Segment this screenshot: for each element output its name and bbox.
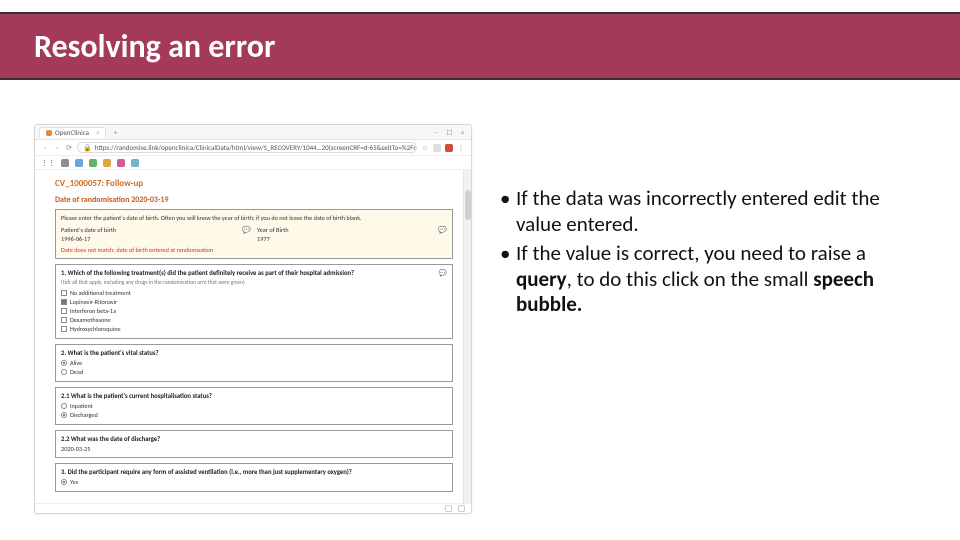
apps-icon[interactable]: ⋮⋮ <box>41 158 55 167</box>
q1-subtext: (tick all that apply, including any drug… <box>61 279 447 286</box>
q22-block: 2.2 What was the date of discharge? 2020… <box>55 430 453 458</box>
title-bar: Resolving an error <box>0 12 960 80</box>
q3-block: 3. Did the participant require any form … <box>55 463 453 492</box>
new-tab-button[interactable]: + <box>110 127 120 137</box>
lock-icon: 🔒 <box>83 143 92 152</box>
q3-text: 3. Did the participant require any form … <box>61 468 352 476</box>
tab-label: OpenClinica <box>55 128 89 137</box>
browser-window: OpenClinica × + – ☐ × ‹ › ⟳ 🔒 <box>34 124 472 514</box>
bookmark-icon[interactable] <box>89 159 97 167</box>
radio-option[interactable]: Alive <box>61 359 447 367</box>
q2-text: 2. What is the patient's vital status? <box>61 349 159 357</box>
tab-close-icon[interactable]: × <box>96 128 100 137</box>
tab-favicon <box>46 130 52 136</box>
speech-bubble-icon[interactable]: 💬 <box>438 225 447 234</box>
yob-value[interactable]: 1977 <box>257 235 447 243</box>
form-document: CV_1000057: Follow-up Date of randomisat… <box>35 170 463 503</box>
url-row: ‹ › ⟳ 🔒 https://randomise.link/openclini… <box>35 140 471 156</box>
browser-footer <box>35 503 471 513</box>
content-area: OpenClinica × + – ☐ × ‹ › ⟳ 🔒 <box>0 106 960 526</box>
slide-title: Resolving an error <box>34 27 275 66</box>
extension-icon[interactable] <box>445 144 453 152</box>
checkbox-option[interactable]: Interferon beta-1a <box>61 307 447 315</box>
radio-option[interactable]: Yes <box>61 478 447 486</box>
q22-value[interactable]: 2020-03-25 <box>61 445 447 453</box>
footer-icon[interactable] <box>445 505 452 512</box>
dob-label: Patient's date of birth <box>61 226 116 234</box>
speech-bubble-icon[interactable]: 💬 <box>439 269 447 277</box>
bookmark-icon[interactable] <box>61 159 69 167</box>
checkbox-option[interactable]: Hydroxychloroquine <box>61 325 447 333</box>
bookmarks-bar: ⋮⋮ <box>35 156 471 170</box>
bullet-item: If the data was incorrectly entered edit… <box>500 186 920 237</box>
nav-back-icon[interactable]: ‹ <box>41 143 49 152</box>
window-minimize-icon[interactable]: – <box>432 128 441 137</box>
dob-block: Please enter the patient's date of birth… <box>55 209 453 259</box>
url-text: https://randomise.link/openclinica/Clini… <box>95 143 417 152</box>
browser-tabstrip: OpenClinica × + – ☐ × <box>35 125 471 140</box>
footer-icon[interactable] <box>458 505 465 512</box>
radio-option[interactable]: Dead <box>61 368 447 376</box>
scrollbar-thumb[interactable] <box>465 190 471 220</box>
bookmark-icon[interactable] <box>117 159 125 167</box>
nav-reload-icon[interactable]: ⟳ <box>65 143 73 152</box>
window-controls: – ☐ × <box>432 128 467 137</box>
bookmark-icon[interactable] <box>131 159 139 167</box>
screenshot-column: OpenClinica × + – ☐ × ‹ › ⟳ 🔒 <box>0 106 480 526</box>
yob-label: Year of Birth <box>257 226 289 234</box>
scrollbar[interactable] <box>463 170 471 503</box>
q21-text: 2.1 What is the patient's current hospit… <box>61 392 212 400</box>
bullet-list: If the data was incorrectly entered edit… <box>500 186 920 318</box>
checkbox-option[interactable]: No additional treatment <box>61 289 447 297</box>
bookmark-icon[interactable] <box>103 159 111 167</box>
window-maximize-icon[interactable]: ☐ <box>445 128 454 137</box>
form-heading: CV_1000057: Follow-up <box>55 178 453 189</box>
q21-block: 2.1 What is the patient's current hospit… <box>55 387 453 425</box>
q1-block: 1. Which of the following treatment(s) d… <box>55 264 453 339</box>
star-icon[interactable]: ☆ <box>421 143 429 152</box>
q22-text: 2.2 What was the date of discharge? <box>61 435 160 443</box>
bullet-item: If the value is correct, you need to rai… <box>500 241 920 318</box>
window-close-icon[interactable]: × <box>458 128 467 137</box>
extension-icon[interactable] <box>433 144 441 152</box>
form-section-heading: Date of randomisation 2020-03-19 <box>55 195 453 205</box>
validation-error: Date does not match; date of birth enter… <box>61 246 447 254</box>
nav-forward-icon[interactable]: › <box>53 143 61 152</box>
dob-instruction: Please enter the patient's date of birth… <box>61 214 447 222</box>
radio-option[interactable]: Inpatient <box>61 402 447 410</box>
speech-bubble-icon[interactable]: 💬 <box>242 225 251 234</box>
url-bar[interactable]: 🔒 https://randomise.link/openclinica/Cli… <box>77 142 417 153</box>
browser-tab[interactable]: OpenClinica × <box>39 127 106 138</box>
bookmark-icon[interactable] <box>75 159 83 167</box>
q2-block: 2. What is the patient's vital status? A… <box>55 344 453 382</box>
checkbox-option[interactable]: Dexamethasone <box>61 316 447 324</box>
dob-value[interactable]: 1996-06-17 <box>61 235 251 243</box>
bullet-column: If the data was incorrectly entered edit… <box>480 106 960 526</box>
checkbox-option[interactable]: Lopinavir-Ritonavir <box>61 298 447 306</box>
q1-text: 1. Which of the following treatment(s) d… <box>61 269 354 277</box>
menu-icon[interactable]: ⋮ <box>457 143 465 152</box>
radio-option[interactable]: Discharged <box>61 411 447 419</box>
